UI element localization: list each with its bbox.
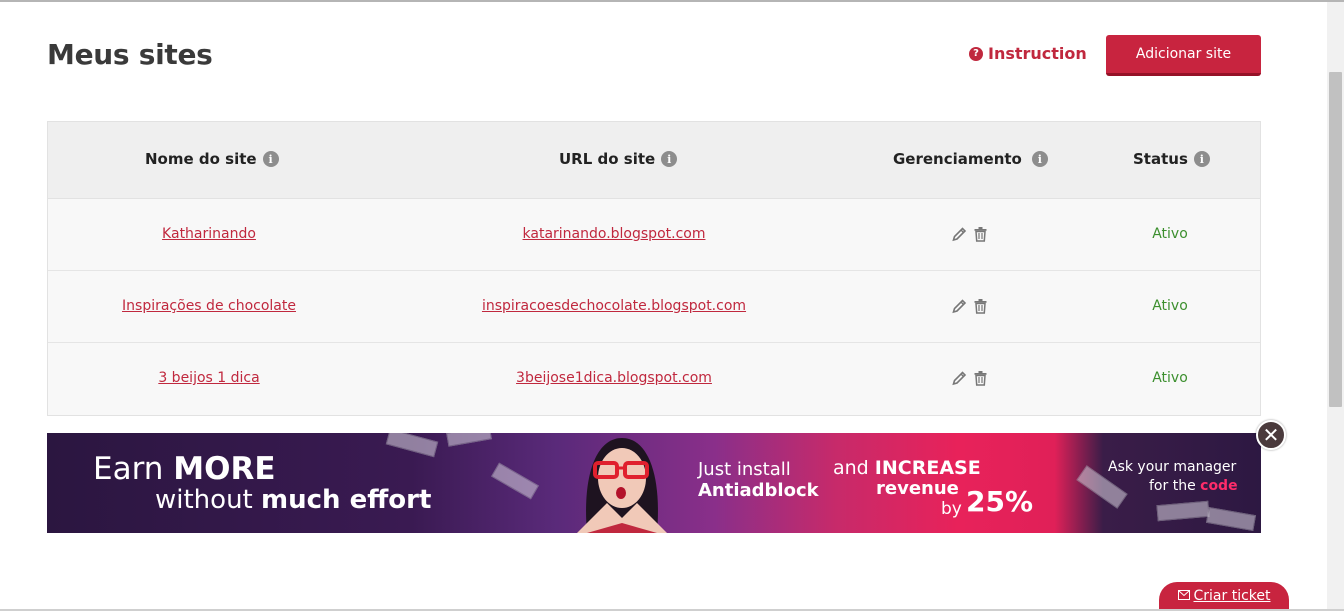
header-status: Status i	[1133, 150, 1210, 168]
create-ticket-label: Criar ticket	[1193, 588, 1271, 604]
info-icon[interactable]: i	[1031, 151, 1048, 167]
money-decoration	[491, 462, 539, 500]
status-badge: Ativo	[1152, 298, 1188, 314]
info-icon[interactable]: i	[1193, 151, 1210, 167]
site-name-link[interactable]: 3 beijos 1 dica	[158, 370, 259, 386]
instruction-label: Instruction	[988, 44, 1087, 63]
table-row: Inspirações de chocolate inspiracoesdech…	[48, 271, 1260, 343]
promo-banner[interactable]: Earn MORE without much effort Just insta…	[47, 433, 1261, 533]
banner-increase: and INCREASE	[833, 457, 981, 479]
banner-percent: 25%	[966, 485, 1034, 518]
header-management: Gerenciamento i	[893, 150, 1048, 168]
woman-with-glasses-illustration	[577, 438, 667, 533]
banner-just-install: Just install	[698, 459, 791, 480]
money-decoration	[1205, 506, 1257, 532]
site-url-link[interactable]: 3beijose1dica.blogspot.com	[516, 370, 712, 386]
pencil-icon[interactable]	[951, 297, 969, 315]
table-header: Nome do site i URL do site i Gerenciamen…	[48, 122, 1260, 199]
scrollbar-thumb[interactable]	[1329, 72, 1342, 407]
row-actions	[951, 297, 990, 315]
site-name-link[interactable]: Katharinando	[162, 226, 256, 242]
info-icon[interactable]: i	[661, 151, 678, 167]
envelope-icon	[1177, 588, 1190, 604]
top-border	[0, 0, 1344, 2]
trash-icon[interactable]	[972, 225, 990, 243]
status-badge: Ativo	[1152, 226, 1188, 242]
page-title: Meus sites	[47, 38, 213, 71]
site-name-link[interactable]: Inspirações de chocolate	[122, 298, 296, 314]
money-decoration	[385, 433, 439, 458]
bottom-border	[0, 609, 1344, 611]
create-ticket-button[interactable]: Criar ticket	[1159, 582, 1289, 610]
banner-subheadline: without much effort	[155, 485, 432, 515]
table-row: Katharinando katarinando.blogspot.com At…	[48, 199, 1260, 271]
add-site-button[interactable]: Adicionar site	[1106, 35, 1261, 76]
info-icon[interactable]: i	[262, 151, 279, 167]
banner-by: by	[941, 499, 962, 519]
question-circle-icon: ?	[969, 46, 983, 61]
trash-icon[interactable]	[972, 297, 990, 315]
banner-ask-manager: Ask your manager	[1108, 459, 1237, 475]
site-url-link[interactable]: katarinando.blogspot.com	[523, 226, 706, 242]
site-url-link[interactable]: inspiracoesdechocolate.blogspot.com	[482, 298, 746, 314]
table-row: 3 beijos 1 dica 3beijose1dica.blogspot.c…	[48, 343, 1260, 415]
trash-icon[interactable]	[972, 369, 990, 387]
pencil-icon[interactable]	[951, 225, 969, 243]
row-actions	[951, 369, 990, 387]
money-decoration	[1156, 500, 1210, 522]
banner-for-code: for the code	[1149, 478, 1238, 494]
close-icon[interactable]: ✕	[1256, 420, 1286, 450]
sites-table: Nome do site i URL do site i Gerenciamen…	[47, 121, 1261, 416]
instruction-link[interactable]: ? Instruction	[969, 44, 1087, 63]
money-decoration	[446, 433, 492, 447]
header-site-name: Nome do site i	[145, 150, 279, 168]
banner-headline: Earn MORE	[93, 451, 276, 487]
banner-revenue: revenue	[876, 478, 959, 499]
row-actions	[951, 225, 990, 243]
banner-antiadblock: Antiadblock	[698, 480, 819, 501]
status-badge: Ativo	[1152, 370, 1188, 386]
pencil-icon[interactable]	[951, 369, 969, 387]
header-site-url: URL do site i	[559, 150, 678, 168]
